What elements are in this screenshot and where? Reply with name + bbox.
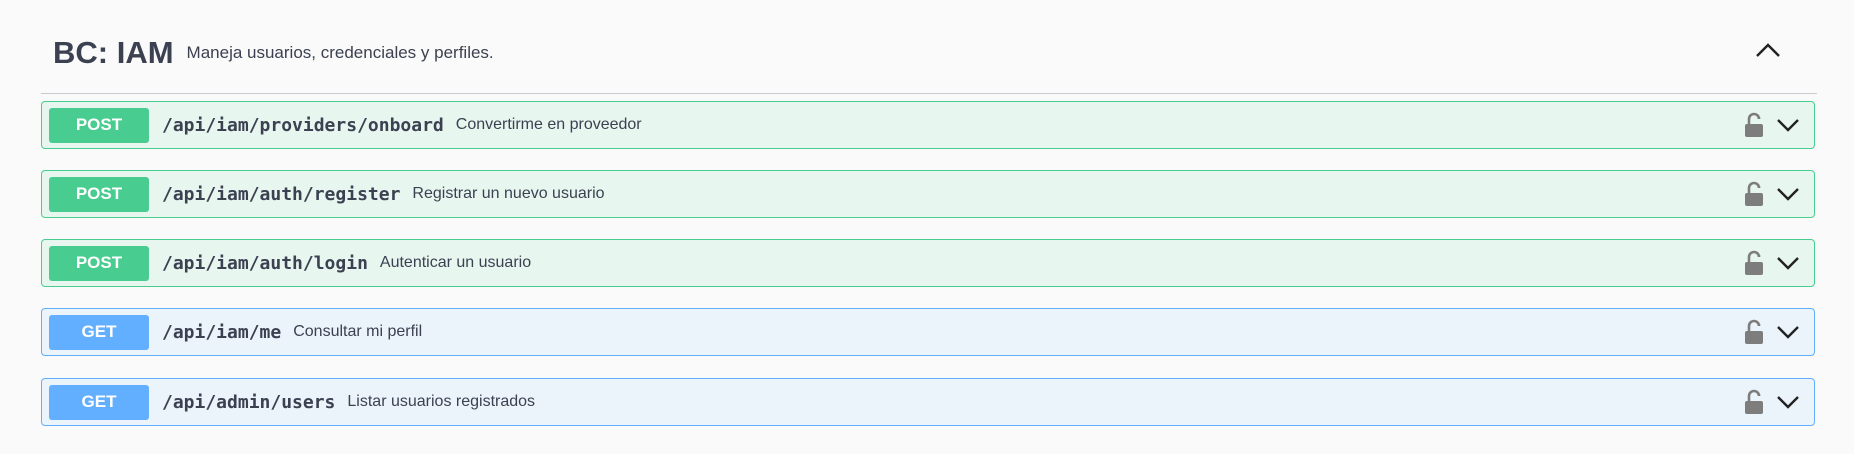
chevron-down-icon[interactable] (1776, 394, 1800, 410)
operation-path: /api/admin/users (162, 391, 336, 413)
operation-row[interactable]: POST /api/iam/auth/register Registrar un… (41, 170, 1815, 218)
lock-icon[interactable] (1744, 112, 1764, 138)
operation-row[interactable]: GET /api/iam/me Consultar mi perfil (41, 308, 1815, 356)
operation-summary: Listar usuarios registrados (347, 393, 536, 410)
chevron-down-icon[interactable] (1776, 117, 1800, 133)
method-badge: GET (49, 314, 149, 350)
operation-row[interactable]: POST /api/iam/providers/onboard Converti… (41, 101, 1815, 149)
operation-row[interactable]: POST /api/iam/auth/login Autenticar un u… (41, 239, 1815, 287)
tag-description: Maneja usuarios, credenciales y perfiles… (186, 42, 494, 62)
operation-path: /api/iam/auth/register (162, 183, 401, 205)
operation-path: /api/iam/providers/onboard (162, 114, 444, 136)
operation-path: /api/iam/auth/login (162, 252, 368, 274)
operation-path: /api/iam/me (162, 321, 282, 343)
lock-icon[interactable] (1744, 389, 1764, 415)
chevron-down-icon[interactable] (1776, 186, 1800, 202)
chevron-down-icon[interactable] (1776, 324, 1800, 340)
operation-summary: Registrar un nuevo usuario (412, 185, 605, 202)
method-badge: GET (49, 384, 149, 420)
method-badge: POST (49, 176, 149, 212)
chevron-down-icon[interactable] (1776, 255, 1800, 271)
method-badge: POST (49, 107, 149, 143)
tag-title: BC: IAM (53, 34, 174, 70)
lock-icon[interactable] (1744, 181, 1764, 207)
method-badge: POST (49, 245, 149, 281)
lock-icon[interactable] (1744, 319, 1764, 345)
tag-section: BC: IAM Maneja usuarios, credenciales y … (41, 0, 1817, 426)
tag-header[interactable]: BC: IAM Maneja usuarios, credenciales y … (41, 0, 1817, 94)
operation-summary: Autenticar un usuario (379, 254, 532, 271)
operation-summary: Consultar mi perfil (293, 323, 423, 340)
chevron-up-icon[interactable] (1755, 40, 1781, 60)
operation-row[interactable]: GET /api/admin/users Listar usuarios reg… (41, 378, 1815, 426)
operation-summary: Convertirme en proveedor (455, 116, 642, 133)
lock-icon[interactable] (1744, 250, 1764, 276)
